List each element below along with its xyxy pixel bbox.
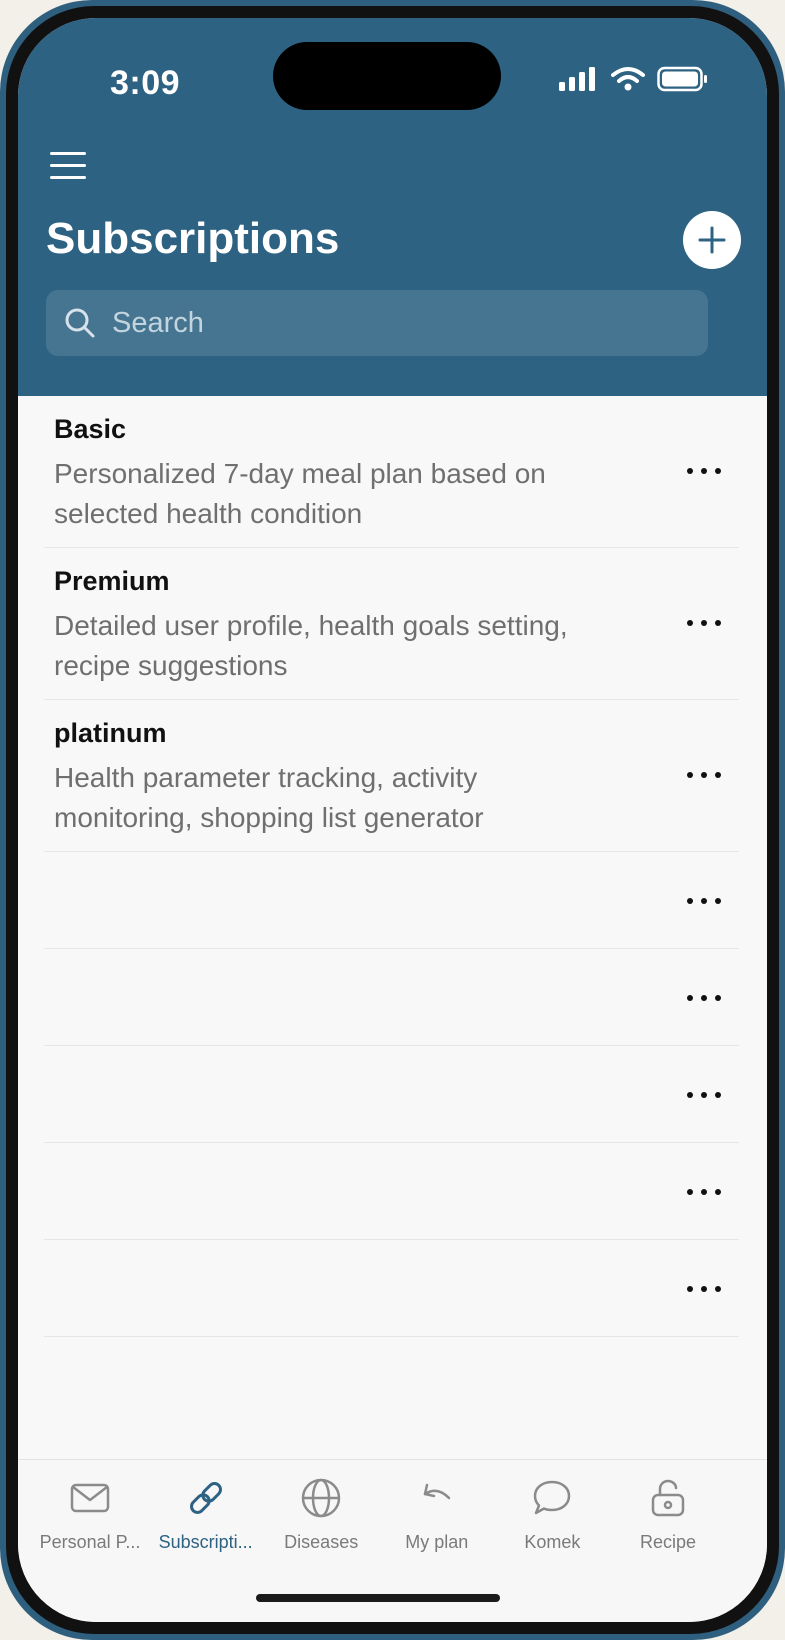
more-options-icon[interactable]	[687, 618, 721, 628]
empty-row[interactable]	[44, 949, 739, 1046]
header: 3:09 Subscriptions Search	[18, 18, 767, 396]
tab-personal-profile[interactable]: Personal P...	[34, 1476, 146, 1576]
mail-icon	[70, 1483, 110, 1513]
globe-icon	[301, 1478, 341, 1518]
more-options-icon[interactable]	[687, 1090, 721, 1100]
unlock-icon	[651, 1479, 685, 1517]
tab-label: Diseases	[284, 1532, 359, 1552]
subscription-description: Personalized 7-day meal plan based on se…	[54, 458, 546, 529]
subscription-title: platinum	[54, 718, 167, 748]
tab-my-plan[interactable]: My plan	[381, 1476, 493, 1576]
more-options-icon[interactable]	[687, 770, 721, 780]
search-icon	[65, 308, 95, 338]
tab-bar: Personal P... Subscripti... Diseases My …	[18, 1459, 767, 1622]
more-options-icon[interactable]	[687, 1284, 721, 1294]
phone-bezel: 3:09 Subscriptions Search Basic Personal…	[6, 6, 779, 1634]
empty-row[interactable]	[44, 1240, 739, 1337]
tab-recipe[interactable]: Recipe	[612, 1476, 724, 1576]
screen: 3:09 Subscriptions Search Basic Personal…	[18, 18, 767, 1622]
tab-label: My plan	[405, 1532, 469, 1552]
empty-row[interactable]	[44, 1143, 739, 1240]
subscription-title: Basic	[54, 414, 127, 444]
tab-label: Personal P...	[39, 1532, 141, 1552]
tab-label: Recipe	[639, 1532, 696, 1552]
subscription-list: Basic Personalized 7-day meal plan based…	[18, 396, 767, 1337]
tab-label: Komek	[524, 1532, 581, 1552]
empty-row[interactable]	[44, 1046, 739, 1143]
hamburger-menu-icon[interactable]	[50, 151, 88, 181]
search-input[interactable]	[110, 305, 708, 341]
battery-icon	[657, 66, 707, 92]
wifi-icon	[611, 67, 645, 91]
tab-label: Subscripti...	[158, 1532, 253, 1552]
more-options-icon[interactable]	[687, 896, 721, 906]
page-title: Subscriptions	[46, 214, 340, 263]
more-options-icon[interactable]	[687, 466, 721, 476]
phone-frame: 3:09 Subscriptions Search Basic Personal…	[0, 0, 785, 1640]
more-options-icon[interactable]	[687, 1187, 721, 1197]
add-subscription-button[interactable]	[683, 211, 741, 269]
subscription-row-basic[interactable]: Basic Personalized 7-day meal plan based…	[44, 396, 739, 548]
plus-icon	[698, 226, 726, 254]
signal-icon	[559, 67, 595, 91]
subscription-title: Premium	[54, 566, 170, 596]
status-time: 3:09	[110, 64, 181, 102]
more-options-icon[interactable]	[687, 993, 721, 1003]
subscription-row-platinum[interactable]: platinum Health parameter tracking, acti…	[44, 700, 739, 852]
status-icons	[559, 66, 709, 92]
tab-diseases[interactable]: Diseases	[265, 1476, 377, 1576]
undo-arrow-icon	[423, 1483, 451, 1500]
search-bar[interactable]	[46, 290, 708, 356]
subscription-description: Health parameter tracking, activity moni…	[54, 762, 484, 833]
link-icon	[189, 1482, 222, 1514]
empty-row[interactable]	[44, 852, 739, 949]
tab-subscriptions[interactable]: Subscripti...	[150, 1476, 262, 1576]
subscription-row-premium[interactable]: Premium Detailed user profile, health go…	[44, 548, 739, 700]
subscription-description: Detailed user profile, health goals sett…	[54, 610, 568, 681]
dynamic-island	[273, 42, 501, 110]
chat-bubble-icon	[534, 1480, 571, 1515]
tab-komek[interactable]: Komek	[496, 1476, 608, 1576]
home-indicator	[256, 1594, 500, 1602]
